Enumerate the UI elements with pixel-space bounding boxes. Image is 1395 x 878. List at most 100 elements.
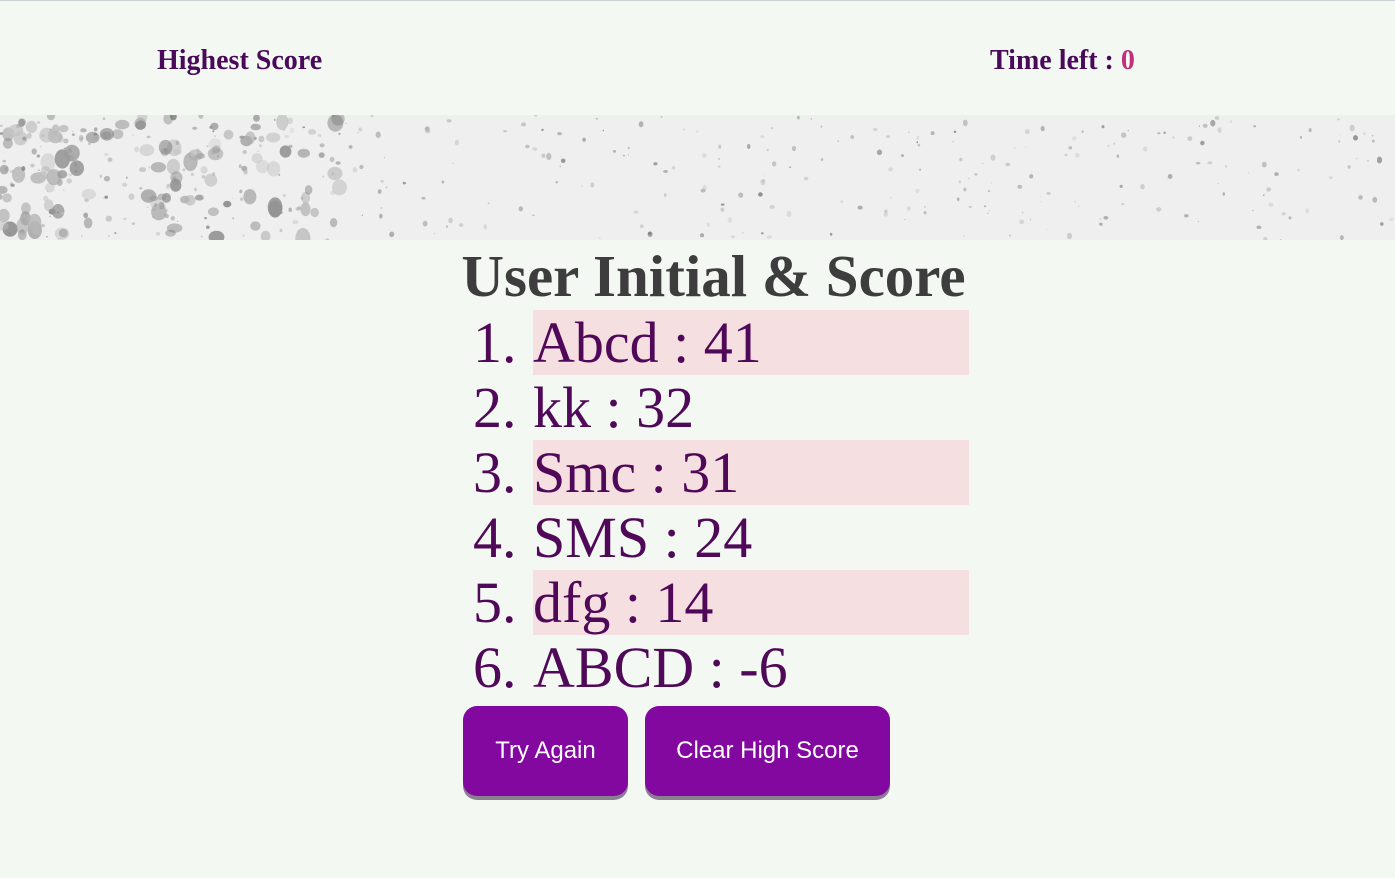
banner-speckle xyxy=(380,179,385,183)
banner-speckle xyxy=(1339,235,1344,240)
banner-speckle xyxy=(924,206,926,208)
banner-speckle xyxy=(738,192,744,198)
try-again-button[interactable]: Try Again xyxy=(463,706,628,796)
banner-speckle xyxy=(1025,146,1027,148)
banner-speckle xyxy=(2,137,13,149)
banner-speckle xyxy=(1217,183,1219,185)
banner-speckle xyxy=(21,202,31,215)
banner-speckle xyxy=(138,167,147,173)
banner-speckle xyxy=(114,231,117,235)
banner-speckle xyxy=(1355,157,1358,160)
banner-speckle xyxy=(683,128,686,131)
banner-speckle xyxy=(1349,124,1355,132)
banner-speckle xyxy=(518,206,523,212)
banner-speckle xyxy=(1268,202,1274,207)
banner-speckle xyxy=(454,139,459,146)
banner-speckle xyxy=(1005,162,1011,167)
banner-speckle xyxy=(1256,225,1262,230)
banner-speckle xyxy=(982,162,984,164)
banner-speckle xyxy=(46,236,48,238)
banner-speckle xyxy=(888,167,893,172)
banner-speckle xyxy=(370,115,374,118)
banner-speckle xyxy=(126,176,128,179)
banner-speckle xyxy=(58,124,69,133)
banner-speckle xyxy=(1389,217,1394,222)
banner-speckle xyxy=(176,220,179,222)
highest-score-link[interactable]: Highest Score xyxy=(157,45,322,77)
banner-speckle xyxy=(37,169,40,171)
banner-speckle xyxy=(590,182,595,188)
banner-speckle xyxy=(36,154,40,158)
banner-speckle xyxy=(1157,132,1161,135)
button-group: Try Again Clear High Score xyxy=(463,706,890,796)
banner-speckle xyxy=(1297,168,1300,172)
banner-speckle xyxy=(886,135,891,138)
banner-speckle xyxy=(47,190,49,193)
banner-speckle xyxy=(541,128,544,132)
banner-speckle xyxy=(134,146,140,153)
banner-speckle xyxy=(329,218,338,228)
banner-speckle xyxy=(325,238,329,240)
banner-speckle xyxy=(850,135,854,139)
banner-speckle xyxy=(555,181,558,184)
banner-speckle xyxy=(389,231,395,238)
banner-speckle xyxy=(238,164,242,169)
banner-speckle xyxy=(212,172,216,176)
banner-speckle xyxy=(1305,208,1310,214)
banner-speckle xyxy=(720,207,725,212)
banner-speckle xyxy=(968,177,970,179)
banner-speckle xyxy=(267,197,283,218)
banner-speckle xyxy=(1024,129,1030,135)
banner-speckle xyxy=(622,155,626,157)
banner-speckle xyxy=(358,127,363,132)
banner-speckle xyxy=(963,187,967,192)
page-title: User Initial & Score xyxy=(461,243,966,309)
banner-speckle xyxy=(297,148,310,158)
time-left-label: Time left : xyxy=(990,45,1121,76)
banner-speckle xyxy=(890,196,892,199)
banner-speckle xyxy=(1337,118,1340,121)
banner-speckle xyxy=(1195,161,1201,165)
banner-speckle xyxy=(266,132,281,143)
banner-speckle xyxy=(146,135,151,139)
banner-speckle xyxy=(520,122,527,127)
banner-speckle xyxy=(245,131,256,145)
banner-speckle xyxy=(1071,136,1077,141)
banner-speckle xyxy=(857,205,863,210)
banner-speckle xyxy=(1263,236,1268,240)
banner-speckle xyxy=(37,121,41,124)
banner-speckle xyxy=(546,152,552,161)
banner-speckle xyxy=(1143,146,1148,152)
banner-speckle xyxy=(763,174,765,176)
banner-speckle xyxy=(93,127,98,132)
banner-speckle xyxy=(232,217,235,220)
banner-speckle xyxy=(1274,172,1279,176)
banner-speckle xyxy=(1372,139,1375,143)
banner-speckle xyxy=(916,141,919,144)
banner-speckle xyxy=(820,125,823,128)
banner-speckle xyxy=(273,118,276,122)
banner-speckle xyxy=(446,119,452,123)
banner-speckle xyxy=(148,166,151,169)
banner-speckle xyxy=(359,165,364,169)
page: Highest Score Time left : 0 User Initial… xyxy=(0,0,1395,878)
banner-speckle xyxy=(214,135,216,138)
banner-speckle xyxy=(1077,205,1080,208)
banner-speckle xyxy=(706,222,710,227)
banner-speckle xyxy=(194,187,197,192)
banner-speckle xyxy=(158,139,173,155)
banner-speckle xyxy=(93,134,98,140)
banner-speckle xyxy=(104,195,108,199)
banner-speckle xyxy=(83,212,89,219)
banner-speckle xyxy=(163,205,166,209)
clear-high-score-button[interactable]: Clear High Score xyxy=(645,706,890,796)
banner-speckle xyxy=(56,178,63,187)
header: Highest Score Time left : 0 xyxy=(0,1,1395,115)
banner-speckle xyxy=(700,188,706,193)
banner-speckle xyxy=(1366,160,1369,162)
score-entry: ABCD : -6 xyxy=(533,635,788,700)
banner-speckle xyxy=(771,161,777,167)
banner-speckle xyxy=(1099,222,1103,226)
banner-speckle xyxy=(699,233,705,238)
score-item: 6. ABCD : -6 xyxy=(473,635,969,700)
